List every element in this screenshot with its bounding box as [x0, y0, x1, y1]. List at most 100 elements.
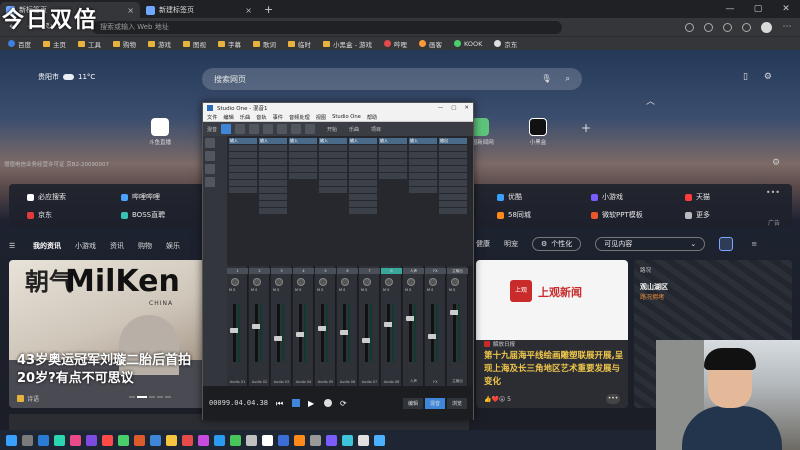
play-icon[interactable]: ▶	[308, 399, 316, 408]
toolbar-label[interactable]: 开始	[327, 126, 337, 133]
toolbar-label[interactable]: 乐曲	[349, 126, 359, 133]
routing-slot[interactable]	[259, 166, 287, 172]
taskbar-app-icon[interactable]	[70, 434, 81, 446]
feed-tab-my[interactable]: 我的资讯	[33, 241, 61, 251]
routing-slot[interactable]	[319, 145, 347, 151]
bookmark-item[interactable]: 画客	[418, 39, 442, 49]
menu-item[interactable]: 视图	[316, 114, 326, 121]
routing-slot[interactable]	[319, 166, 347, 172]
list-view-icon[interactable]: ≡	[747, 237, 761, 251]
eraser-tool-icon[interactable]	[263, 124, 274, 134]
carousel-dot[interactable]	[149, 396, 155, 398]
routing-slot[interactable]	[289, 145, 317, 151]
carousel-dot[interactable]	[165, 396, 171, 398]
menu-icon[interactable]: ☰	[9, 242, 19, 250]
routing-header[interactable]: 输出	[439, 138, 467, 144]
taskbar-app-icon[interactable]	[182, 434, 193, 446]
channel-strip[interactable]: 主输出 M S 主输出	[447, 266, 468, 386]
taskbar-app-icon[interactable]	[6, 434, 17, 446]
channel-strip[interactable]: 2 M S Audio 02	[249, 266, 270, 386]
pan-knob[interactable]	[429, 278, 437, 286]
bookmark-item[interactable]: 京东	[494, 39, 517, 49]
routing-slot[interactable]	[439, 180, 467, 186]
routing-slot[interactable]	[379, 173, 407, 179]
close-window-button[interactable]: ✕	[772, 0, 800, 18]
bookmark-item[interactable]: 字幕	[218, 39, 241, 49]
bookmark-item[interactable]: 游戏	[148, 39, 171, 49]
mute-solo-buttons[interactable]: M S	[449, 288, 455, 292]
carousel-dot[interactable]	[129, 396, 135, 398]
feed-tab[interactable]: 小游戏	[75, 241, 96, 251]
routing-slot[interactable]	[259, 208, 287, 214]
routing-slot[interactable]	[259, 201, 287, 207]
routing-slot[interactable]	[379, 145, 407, 151]
routing-slot[interactable]	[439, 166, 467, 172]
quick-link[interactable]: 必应搜索	[27, 192, 66, 202]
routing-slot[interactable]	[379, 152, 407, 158]
quick-link[interactable]: 小游戏	[591, 192, 623, 202]
routing-slot[interactable]	[229, 173, 257, 179]
quick-link[interactable]: 优酷	[497, 192, 522, 202]
address-input[interactable]: 搜索或输入 Web 地址	[92, 20, 562, 34]
quick-link[interactable]: 天猫	[685, 192, 710, 202]
menu-item[interactable]: 编辑	[223, 114, 233, 121]
personalize-button[interactable]: ⚙ 个性化	[532, 237, 582, 251]
routing-header[interactable]: 输入	[349, 138, 377, 144]
toolbar-label[interactable]: 混音	[207, 126, 217, 133]
mute-solo-buttons[interactable]: M S	[251, 288, 257, 292]
sidebar-tool-icon[interactable]	[205, 151, 215, 161]
routing-slot[interactable]	[259, 159, 287, 165]
routing-slot[interactable]	[409, 187, 437, 193]
grid-view-icon[interactable]	[719, 237, 734, 251]
weather-widget[interactable]: 贵阳市 11°C	[38, 72, 95, 82]
routing-slot[interactable]	[439, 201, 467, 207]
routing-header[interactable]: 输入	[229, 138, 257, 144]
taskbar-app-icon[interactable]	[358, 434, 369, 446]
more-menu-icon[interactable]: ⋯	[782, 22, 792, 32]
routing-slot[interactable]	[259, 145, 287, 151]
close-window-button[interactable]: ✕	[464, 105, 469, 111]
routing-slot[interactable]	[379, 166, 407, 172]
routing-slot[interactable]	[229, 159, 257, 165]
taskbar-app-icon[interactable]	[342, 434, 353, 446]
downloads-icon[interactable]	[742, 22, 751, 32]
extension-icon[interactable]	[685, 22, 694, 32]
rewind-icon[interactable]: ⏮	[276, 399, 284, 408]
bookmark-item[interactable]: 哔哩	[383, 39, 407, 49]
loop-icon[interactable]: ⟳	[340, 399, 348, 408]
taskbar-app-icon[interactable]	[118, 434, 129, 446]
profile-avatar[interactable]	[761, 21, 772, 33]
mute-solo-buttons[interactable]: M S	[405, 288, 411, 292]
bookmark-item[interactable]: 临时	[288, 39, 311, 49]
routing-slot[interactable]	[409, 173, 437, 179]
routing-slot[interactable]	[289, 152, 317, 158]
minimize-button[interactable]: —	[716, 0, 744, 18]
routing-slot[interactable]	[349, 152, 377, 158]
menu-item[interactable]: 帮助	[367, 114, 377, 121]
taskbar-app-icon[interactable]	[134, 434, 145, 446]
bookmark-item[interactable]: 小黑盒 - 游戏	[323, 39, 372, 49]
settings-gear-icon[interactable]: ⚙	[764, 72, 772, 82]
channel-strip[interactable]: 3 M S Audio 03	[271, 266, 292, 386]
maximize-button[interactable]: ▢	[451, 105, 456, 111]
menu-item[interactable]: 事件	[273, 114, 283, 121]
taskbar-app-icon[interactable]	[214, 434, 225, 446]
routing-slot[interactable]	[319, 173, 347, 179]
routing-slot[interactable]	[289, 173, 317, 179]
pan-knob[interactable]	[341, 278, 349, 286]
routing-slot[interactable]	[259, 152, 287, 158]
visible-content-select[interactable]: 可见内容 ⌄	[595, 237, 706, 251]
bookmark-item[interactable]: 歌词	[253, 39, 276, 49]
new-tab-button[interactable]: +	[264, 3, 273, 16]
paint-tool-icon[interactable]	[277, 124, 288, 134]
pan-knob[interactable]	[253, 278, 261, 286]
taskbar-app-icon[interactable]	[294, 434, 305, 446]
quick-link[interactable]: 更多	[685, 210, 710, 220]
pan-knob[interactable]	[363, 278, 371, 286]
mute-tool-icon[interactable]	[291, 124, 302, 134]
routing-slot[interactable]	[319, 180, 347, 186]
pencil-tool-icon[interactable]	[249, 124, 260, 134]
card-more-button[interactable]: •••	[606, 394, 620, 404]
routing-slot[interactable]	[229, 145, 257, 151]
taskbar-app-icon[interactable]	[102, 434, 113, 446]
